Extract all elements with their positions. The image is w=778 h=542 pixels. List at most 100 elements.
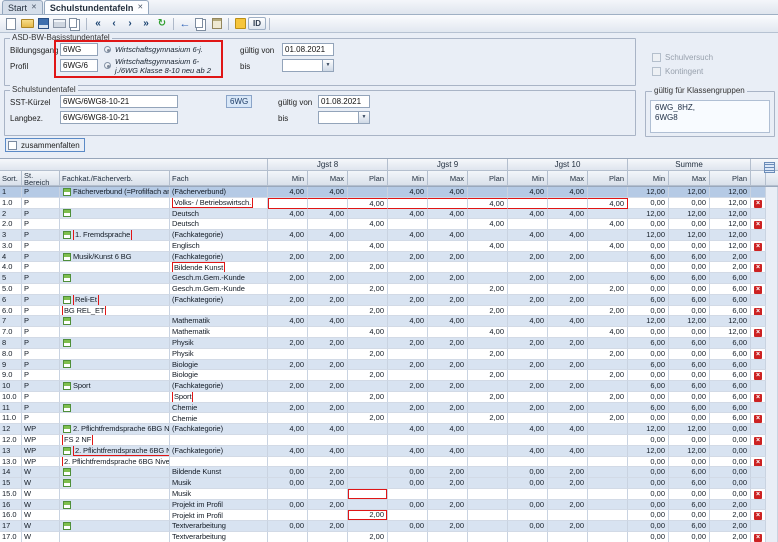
grid-cell[interactable] — [588, 252, 628, 263]
table-row[interactable]: 11PChemie2,002,002,002,002,002,006,006,0… — [0, 403, 778, 414]
grid-cell[interactable] — [588, 230, 628, 241]
table-row[interactable]: 1.0PVolks- / Betriebswirtsch.4,004,004,0… — [0, 198, 778, 209]
basis-bis-combo[interactable]: ▼ — [282, 59, 334, 72]
delete-row-icon[interactable]: × — [754, 534, 762, 542]
refresh-icon[interactable] — [154, 16, 170, 31]
table-row[interactable]: 17.0WTextverarbeitung2,000,000,002,00× — [0, 532, 778, 542]
col-plan-jgst10[interactable]: Plan — [588, 171, 628, 186]
grid-cell[interactable]: 4,00 — [468, 219, 508, 230]
col-min-jgst8[interactable]: Min — [268, 171, 308, 186]
grid-cell[interactable] — [468, 262, 508, 273]
klassengruppen-list[interactable]: 6WG_8HZ, 6WG8 — [650, 100, 770, 133]
delete-row-icon[interactable]: × — [754, 372, 762, 380]
table-row[interactable]: 17WTextverarbeitung0,002,000,002,000,002… — [0, 521, 778, 532]
delete-row-icon[interactable]: × — [754, 243, 762, 251]
grid-cell[interactable] — [468, 381, 508, 392]
table-row[interactable]: 4.0PBildende Kunst2,000,000,002,00× — [0, 262, 778, 273]
table-row[interactable]: 6PReli-Et(Fachkategorie)2,002,002,002,00… — [0, 295, 778, 306]
grid-cell[interactable] — [468, 338, 508, 349]
grid-cell[interactable]: 2,00 — [348, 370, 388, 381]
chevron-down-icon[interactable]: ▼ — [322, 60, 333, 71]
grid-cell[interactable] — [588, 316, 628, 327]
delete-row-icon[interactable]: × — [754, 351, 762, 359]
close-tab-icon[interactable]: ✕ — [31, 4, 37, 11]
grid-cell[interactable]: 2,00 — [348, 413, 388, 424]
grid-cell[interactable] — [588, 403, 628, 414]
table-row[interactable]: 7.0PMathematik4,004,004,000,000,0012,00× — [0, 327, 778, 338]
grid-cell[interactable] — [468, 467, 508, 478]
grid-cell[interactable] — [468, 252, 508, 263]
table-row[interactable]: 8PPhysik2,002,002,002,002,002,006,006,00… — [0, 338, 778, 349]
col-min-jgst10[interactable]: Min — [508, 171, 548, 186]
delete-row-icon[interactable]: × — [754, 437, 762, 445]
grid-cell[interactable]: 2,00 — [348, 349, 388, 360]
grid-cell[interactable]: 2,00 — [468, 284, 508, 295]
new-icon[interactable] — [3, 16, 19, 31]
delete-row-icon[interactable]: × — [754, 491, 762, 499]
grid-cell[interactable] — [348, 252, 388, 263]
grid-cell[interactable] — [468, 457, 508, 468]
col-min-summe[interactable]: Min — [628, 171, 669, 186]
sst-bis-combo[interactable]: ▼ — [318, 111, 370, 124]
col-plan-jgst8[interactable]: Plan — [348, 171, 388, 186]
grid-cell[interactable] — [468, 489, 508, 500]
table-row[interactable]: 9PBiologie2,002,002,002,002,002,006,006,… — [0, 360, 778, 371]
grid-cell[interactable]: 2,00 — [468, 392, 508, 403]
table-row[interactable]: 12WP2. Pflichtfremdsprache 6BG Niveau F(… — [0, 424, 778, 435]
grid-cell[interactable] — [468, 295, 508, 306]
table-row[interactable]: 15.0WMusik0,000,000,00× — [0, 489, 778, 500]
grid-cell[interactable] — [588, 510, 628, 521]
tab-start[interactable]: Start ✕ — [2, 0, 43, 14]
grid-cell[interactable] — [588, 360, 628, 371]
grid-cell[interactable]: 4,00 — [588, 198, 628, 209]
copy-page-icon[interactable] — [193, 16, 209, 31]
grid-cell[interactable] — [348, 489, 388, 500]
next-record-icon[interactable] — [122, 16, 138, 31]
grid-cell[interactable]: 2,00 — [348, 284, 388, 295]
grid-cell[interactable] — [348, 360, 388, 371]
delete-row-icon[interactable]: × — [754, 394, 762, 402]
back-icon[interactable] — [177, 16, 193, 31]
delete-row-icon[interactable]: × — [754, 286, 762, 294]
highlight-icon[interactable] — [232, 16, 248, 31]
grid-cell[interactable] — [348, 338, 388, 349]
grid-cell[interactable] — [348, 403, 388, 414]
table-row[interactable]: 5.0PGesch.m.Gem.-Kunde2,002,002,000,000,… — [0, 284, 778, 295]
grid-cell[interactable] — [468, 424, 508, 435]
chevron-down-icon[interactable]: ▼ — [358, 112, 369, 123]
previous-record-icon[interactable] — [106, 16, 122, 31]
delete-row-icon[interactable]: × — [754, 221, 762, 229]
col-max-summe[interactable]: Max — [669, 171, 710, 186]
grid-cell[interactable] — [468, 500, 508, 511]
grid-cell[interactable] — [588, 187, 628, 198]
table-row[interactable]: 16WProjekt im Profil0,002,000,002,000,00… — [0, 500, 778, 511]
table-row[interactable]: 15WMusik0,002,000,002,000,002,000,006,00… — [0, 478, 778, 489]
grid-cell[interactable] — [348, 435, 388, 446]
grid-cell[interactable]: 2,00 — [348, 262, 388, 273]
table-row[interactable]: 3.0PEnglisch4,004,004,000,000,0012,00× — [0, 241, 778, 252]
grid-cell[interactable] — [588, 424, 628, 435]
grid-cell[interactable] — [348, 209, 388, 220]
grid-cell[interactable]: 2,00 — [588, 284, 628, 295]
grid-cell[interactable] — [468, 446, 508, 457]
grid-cell[interactable] — [348, 424, 388, 435]
grid-cell[interactable] — [348, 521, 388, 532]
grid-cell[interactable] — [348, 316, 388, 327]
table-row[interactable]: 4PMusik/Kunst 6 BG(Fachkategorie)2,002,0… — [0, 252, 778, 263]
col-sort[interactable]: Sort. — [0, 171, 22, 186]
grid-cell[interactable] — [348, 295, 388, 306]
grid-cell[interactable] — [468, 360, 508, 371]
grid-cell[interactable]: 4,00 — [468, 198, 508, 209]
zusammenfalten-control[interactable]: zusammenfalten — [5, 138, 85, 152]
grid-cell[interactable] — [348, 500, 388, 511]
delete-row-icon[interactable]: × — [754, 415, 762, 423]
table-row[interactable]: 5PGesch.m.Gem.-Kunde2,002,002,002,002,00… — [0, 273, 778, 284]
grid-cell[interactable] — [588, 467, 628, 478]
grid-cell[interactable]: 2,00 — [588, 349, 628, 360]
grid-cell[interactable] — [588, 295, 628, 306]
langbez-field[interactable]: 6WG/6WG8-10-21 — [60, 111, 178, 124]
first-record-icon[interactable] — [90, 16, 106, 31]
id-button[interactable]: ID — [248, 17, 266, 30]
delete-row-icon[interactable]: × — [754, 308, 762, 316]
grid-cell[interactable]: 2,00 — [468, 306, 508, 317]
